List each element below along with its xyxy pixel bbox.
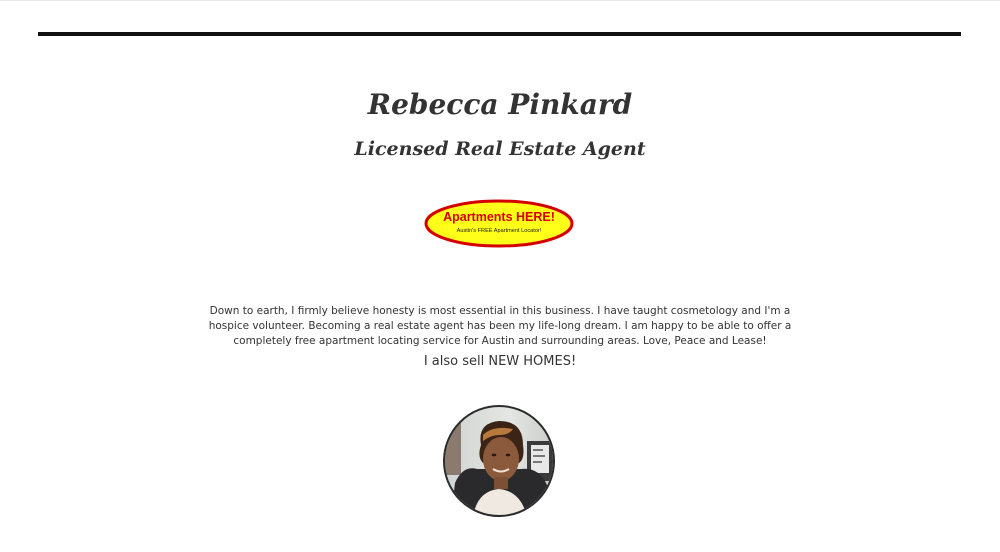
agent-avatar (443, 405, 555, 517)
header-divider (38, 32, 961, 36)
agent-name: Rebecca Pinkard (367, 88, 633, 121)
apartments-here-logo[interactable]: Apartments HERE! Austin's FREE Apartment… (424, 199, 574, 248)
new-homes-line: I also sell NEW HOMES! (423, 354, 577, 369)
top-border (0, 0, 1000, 1)
agent-title: Licensed Real Estate Agent (354, 138, 646, 160)
logo-headline: Apartments HERE! (443, 210, 555, 224)
logo-tagline: Austin's FREE Apartment Locator! (457, 228, 542, 234)
agent-bio: Down to earth, I firmly believe honesty … (208, 305, 792, 347)
